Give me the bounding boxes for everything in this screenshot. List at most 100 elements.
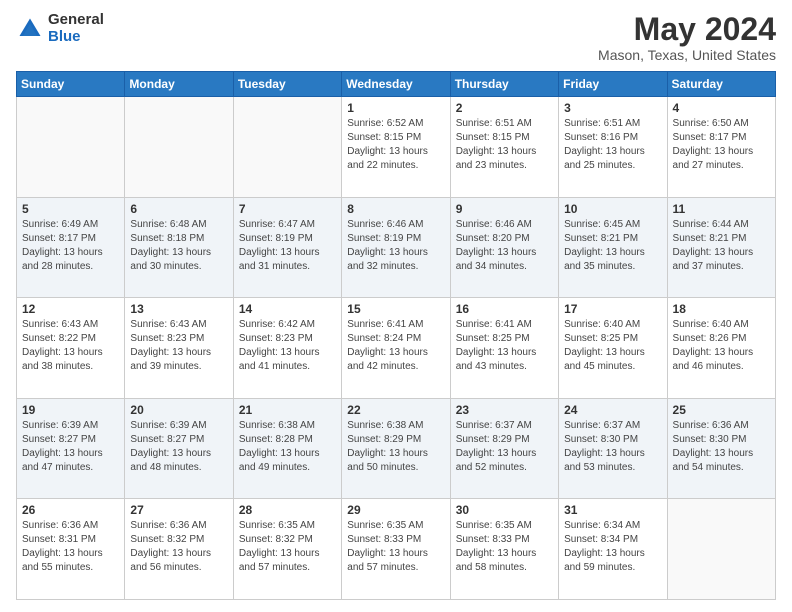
day-info: Sunrise: 6:46 AM Sunset: 8:19 PM Dayligh… [347, 218, 444, 274]
day-info: Sunrise: 6:36 AM Sunset: 8:32 PM Dayligh… [130, 519, 227, 575]
day-number: 26 [22, 503, 119, 517]
table-row: 23 Sunrise: 6:37 AM Sunset: 8:29 PM Dayli… [450, 398, 558, 499]
table-row: 4 Sunrise: 6:50 AM Sunset: 8:17 PM Daylig… [667, 97, 775, 198]
col-monday: Monday [125, 72, 233, 97]
table-row: 15 Sunrise: 6:41 AM Sunset: 8:24 PM Dayli… [342, 298, 450, 399]
calendar-title: May 2024 [598, 12, 776, 47]
table-row: 12 Sunrise: 6:43 AM Sunset: 8:22 PM Dayli… [17, 298, 125, 399]
title-block: May 2024 Mason, Texas, United States [598, 12, 776, 63]
calendar-week-row: 19 Sunrise: 6:39 AM Sunset: 8:27 PM Dayli… [17, 398, 776, 499]
table-row: 29 Sunrise: 6:35 AM Sunset: 8:33 PM Dayli… [342, 499, 450, 600]
table-row: 19Sunrise: 6:39 AM Sunset: 8:27 PM Dayli… [17, 398, 125, 499]
table-row: 28Sunrise: 6:35 AM Sunset: 8:32 PM Dayli… [233, 499, 341, 600]
day-info: Sunrise: 6:40 AM Sunset: 8:26 PM Dayligh… [673, 318, 770, 374]
day-number: 5 [22, 202, 119, 216]
day-number: 27 [130, 503, 227, 517]
day-info: Sunrise: 6:45 AM Sunset: 8:21 PM Dayligh… [564, 218, 661, 274]
day-info: Sunrise: 6:38 AM Sunset: 8:28 PM Dayligh… [239, 419, 336, 475]
calendar-week-row: 1Sunrise: 6:52 AM Sunset: 8:15 PM Daylig… [17, 97, 776, 198]
table-row: 26Sunrise: 6:36 AM Sunset: 8:31 PM Dayli… [17, 499, 125, 600]
table-row [667, 499, 775, 600]
table-row: 3 Sunrise: 6:51 AM Sunset: 8:16 PM Daylig… [559, 97, 667, 198]
day-number: 7 [239, 202, 336, 216]
day-info: Sunrise: 6:52 AM Sunset: 8:15 PM Dayligh… [347, 117, 444, 173]
day-number: 2 [456, 101, 553, 115]
day-number: 21 [239, 403, 336, 417]
logo-general-text: General [48, 12, 104, 29]
day-number: 11 [673, 202, 770, 216]
day-info: Sunrise: 6:50 AM Sunset: 8:17 PM Dayligh… [673, 117, 770, 173]
calendar-week-row: 26Sunrise: 6:36 AM Sunset: 8:31 PM Dayli… [17, 499, 776, 600]
day-info: Sunrise: 6:41 AM Sunset: 8:25 PM Dayligh… [456, 318, 553, 374]
table-row: 18 Sunrise: 6:40 AM Sunset: 8:26 PM Dayli… [667, 298, 775, 399]
day-number: 4 [673, 101, 770, 115]
logo-icon [16, 15, 44, 43]
col-thursday: Thursday [450, 72, 558, 97]
day-number: 19 [22, 403, 119, 417]
table-row [233, 97, 341, 198]
day-number: 24 [564, 403, 661, 417]
day-number: 14 [239, 302, 336, 316]
day-number: 28 [239, 503, 336, 517]
day-number: 9 [456, 202, 553, 216]
day-number: 23 [456, 403, 553, 417]
table-row: 8 Sunrise: 6:46 AM Sunset: 8:19 PM Daylig… [342, 197, 450, 298]
day-number: 18 [673, 302, 770, 316]
day-number: 17 [564, 302, 661, 316]
col-sunday: Sunday [17, 72, 125, 97]
logo-blue-text: Blue [48, 29, 104, 46]
table-row: 13 Sunrise: 6:43 AM Sunset: 8:23 PM Dayli… [125, 298, 233, 399]
day-number: 20 [130, 403, 227, 417]
day-number: 10 [564, 202, 661, 216]
day-number: 31 [564, 503, 661, 517]
calendar-location: Mason, Texas, United States [598, 47, 776, 63]
logo: General Blue [16, 12, 104, 45]
day-info: Sunrise: 6:43 AM Sunset: 8:22 PM Dayligh… [22, 318, 119, 374]
day-number: 15 [347, 302, 444, 316]
day-info: Sunrise: 6:41 AM Sunset: 8:24 PM Dayligh… [347, 318, 444, 374]
day-number: 30 [456, 503, 553, 517]
table-row: 31Sunrise: 6:34 AM Sunset: 8:34 PM Dayli… [559, 499, 667, 600]
day-number: 3 [564, 101, 661, 115]
calendar-table: Sunday Monday Tuesday Wednesday Thursday… [16, 71, 776, 600]
day-info: Sunrise: 6:49 AM Sunset: 8:17 PM Dayligh… [22, 218, 119, 274]
day-info: Sunrise: 6:42 AM Sunset: 8:23 PM Dayligh… [239, 318, 336, 374]
day-number: 13 [130, 302, 227, 316]
day-info: Sunrise: 6:51 AM Sunset: 8:16 PM Dayligh… [564, 117, 661, 173]
day-info: Sunrise: 6:38 AM Sunset: 8:29 PM Dayligh… [347, 419, 444, 475]
day-info: Sunrise: 6:37 AM Sunset: 8:29 PM Dayligh… [456, 419, 553, 475]
day-info: Sunrise: 6:35 AM Sunset: 8:33 PM Dayligh… [456, 519, 553, 575]
day-info: Sunrise: 6:48 AM Sunset: 8:18 PM Dayligh… [130, 218, 227, 274]
table-row: 17 Sunrise: 6:40 AM Sunset: 8:25 PM Dayli… [559, 298, 667, 399]
table-row: 1Sunrise: 6:52 AM Sunset: 8:15 PM Daylig… [342, 97, 450, 198]
day-number: 25 [673, 403, 770, 417]
table-row: 22Sunrise: 6:38 AM Sunset: 8:29 PM Dayli… [342, 398, 450, 499]
table-row: 10 Sunrise: 6:45 AM Sunset: 8:21 PM Dayli… [559, 197, 667, 298]
day-number: 8 [347, 202, 444, 216]
table-row: 20 Sunrise: 6:39 AM Sunset: 8:27 PM Dayli… [125, 398, 233, 499]
table-row: 16Sunrise: 6:41 AM Sunset: 8:25 PM Dayli… [450, 298, 558, 399]
calendar-header-row: Sunday Monday Tuesday Wednesday Thursday… [17, 72, 776, 97]
day-info: Sunrise: 6:39 AM Sunset: 8:27 PM Dayligh… [130, 419, 227, 475]
col-wednesday: Wednesday [342, 72, 450, 97]
day-info: Sunrise: 6:40 AM Sunset: 8:25 PM Dayligh… [564, 318, 661, 374]
day-info: Sunrise: 6:35 AM Sunset: 8:33 PM Dayligh… [347, 519, 444, 575]
day-info: Sunrise: 6:43 AM Sunset: 8:23 PM Dayligh… [130, 318, 227, 374]
calendar-week-row: 5 Sunrise: 6:49 AM Sunset: 8:17 PM Daylig… [17, 197, 776, 298]
day-number: 12 [22, 302, 119, 316]
table-row: 7Sunrise: 6:47 AM Sunset: 8:19 PM Daylig… [233, 197, 341, 298]
day-number: 29 [347, 503, 444, 517]
calendar-week-row: 12 Sunrise: 6:43 AM Sunset: 8:22 PM Dayli… [17, 298, 776, 399]
day-number: 6 [130, 202, 227, 216]
table-row: 9 Sunrise: 6:46 AM Sunset: 8:20 PM Daylig… [450, 197, 558, 298]
table-row: 27 Sunrise: 6:36 AM Sunset: 8:32 PM Dayli… [125, 499, 233, 600]
table-row: 24Sunrise: 6:37 AM Sunset: 8:30 PM Dayli… [559, 398, 667, 499]
day-info: Sunrise: 6:46 AM Sunset: 8:20 PM Dayligh… [456, 218, 553, 274]
col-friday: Friday [559, 72, 667, 97]
page: General Blue May 2024 Mason, Texas, Unit… [0, 0, 792, 612]
table-row: 5 Sunrise: 6:49 AM Sunset: 8:17 PM Daylig… [17, 197, 125, 298]
header: General Blue May 2024 Mason, Texas, Unit… [16, 12, 776, 63]
table-row [17, 97, 125, 198]
logo-text: General Blue [48, 12, 104, 45]
table-row: 6 Sunrise: 6:48 AM Sunset: 8:18 PM Daylig… [125, 197, 233, 298]
